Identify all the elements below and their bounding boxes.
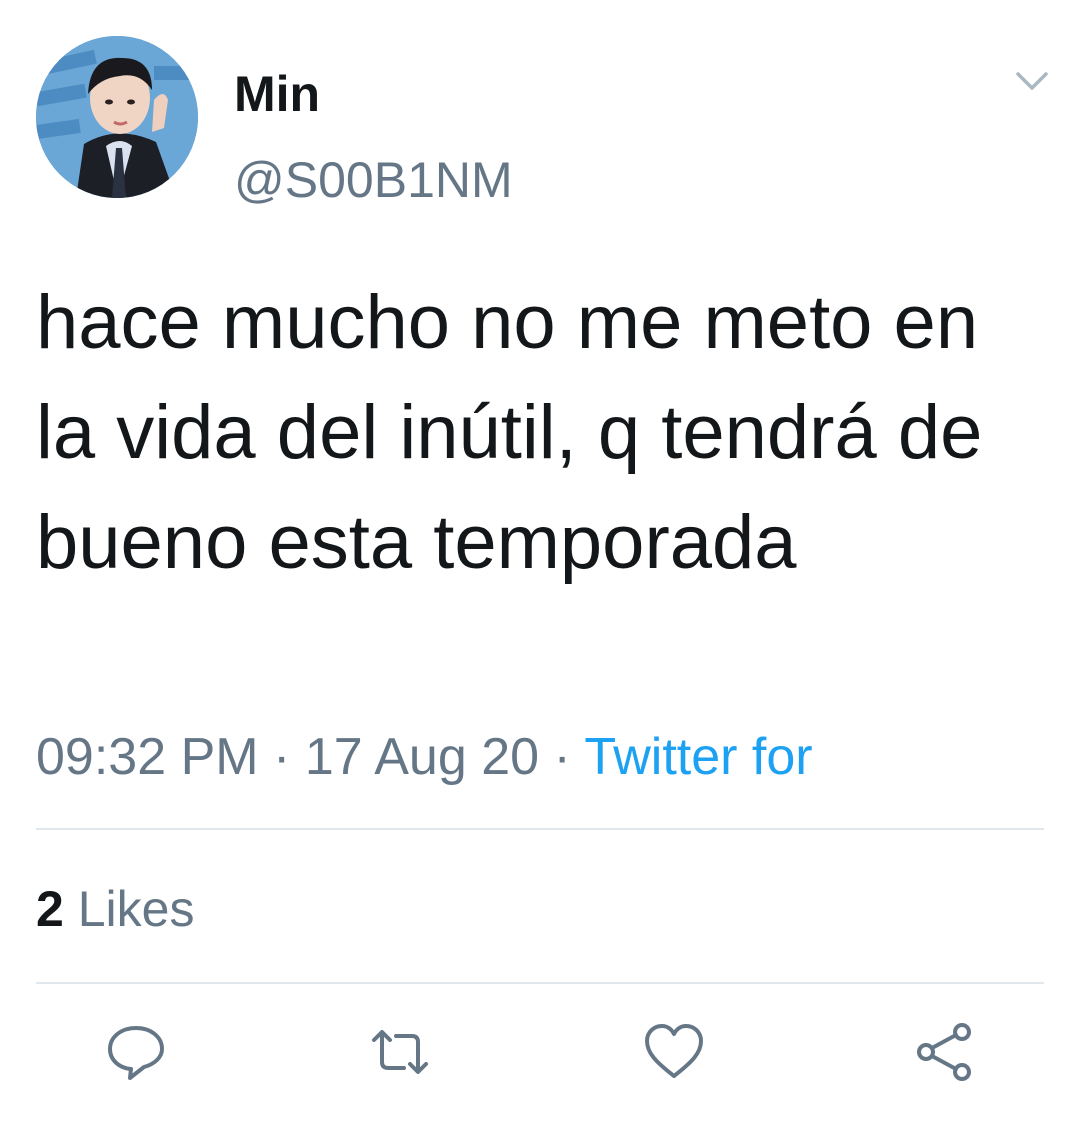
likes-stat[interactable]: 2 Likes: [36, 878, 194, 940]
likes-count: 2: [36, 881, 64, 937]
meta-separator: ·: [553, 728, 571, 786]
retweet-icon: [372, 1030, 428, 1074]
chevron-down-icon[interactable]: [1012, 66, 1052, 96]
tweet-text: hace mucho no me meto en la vida del inú…: [36, 280, 983, 585]
divider: [36, 982, 1044, 984]
user-handle[interactable]: @S00B1NM: [234, 150, 513, 210]
divider: [36, 828, 1044, 830]
share-icon: [917, 1023, 971, 1081]
avatar-photo: [36, 36, 198, 198]
comment-icon: [108, 1026, 164, 1080]
display-name[interactable]: Min: [234, 64, 320, 124]
like-button[interactable]: [642, 1020, 706, 1084]
tweet-date: 17 Aug 20: [304, 728, 540, 786]
meta-separator: ·: [273, 728, 291, 786]
reply-button[interactable]: [104, 1020, 168, 1084]
tweet-time: 09:32 PM: [36, 728, 259, 786]
likes-label: Likes: [77, 881, 195, 937]
retweet-button[interactable]: [368, 1020, 432, 1084]
avatar[interactable]: [36, 36, 198, 198]
tweet-meta: 09:32 PM · 17 Aug 20 · Twitter for: [36, 724, 813, 790]
tweet-source-link[interactable]: Twitter for: [584, 728, 812, 786]
share-button[interactable]: [912, 1020, 976, 1084]
heart-icon: [645, 1024, 703, 1078]
